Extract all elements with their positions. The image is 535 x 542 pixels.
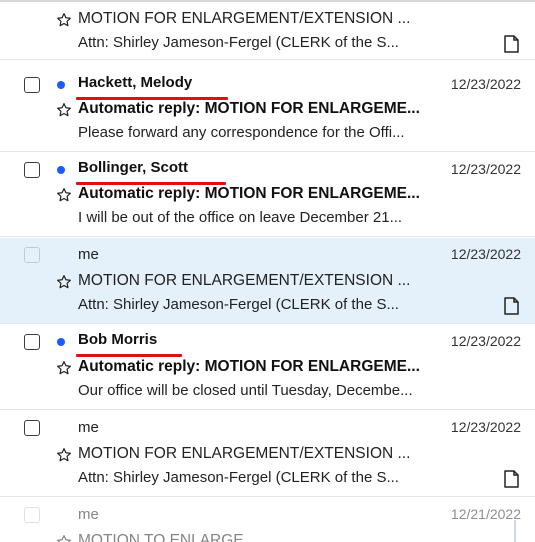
checkbox-icon[interactable]: [24, 334, 40, 350]
message-preview: I will be out of the office on leave Dec…: [78, 209, 403, 226]
message-subject: Automatic reply: MOTION FOR ENLARGEME...: [78, 185, 420, 202]
document-icon: [504, 470, 519, 488]
message-sender: Bob Morris: [78, 331, 158, 348]
message-date: 12/23/2022: [450, 333, 521, 349]
star-outline-icon[interactable]: [56, 187, 72, 203]
message-row[interactable]: me 12/23/2022 MOTION FOR ENLARGEMENT/EXT…: [0, 411, 535, 497]
message-subject: MOTION FOR ENLARGEMENT/EXTENSION ...: [78, 445, 411, 462]
message-row[interactable]: Bob Morris 12/23/2022 Automatic reply: M…: [0, 325, 535, 410]
document-icon: [504, 297, 519, 315]
document-icon: [504, 35, 519, 53]
checkbox-icon[interactable]: [24, 77, 40, 93]
message-subject: MOTION FOR ENLARGEMENT/EXTENSION ...: [78, 10, 411, 27]
message-sender: Bollinger, Scott: [78, 159, 189, 176]
message-date: 12/21/2022: [450, 506, 521, 522]
star-outline-icon[interactable]: [56, 102, 72, 118]
message-sender: Hackett, Melody: [78, 74, 193, 91]
checkbox-icon[interactable]: [24, 247, 40, 263]
star-outline-icon[interactable]: [56, 274, 72, 290]
checkbox-icon[interactable]: [24, 420, 40, 436]
message-date: 12/23/2022: [450, 161, 521, 177]
message-subject: MOTION TO ENLARGE: [78, 532, 244, 542]
star-outline-icon[interactable]: [56, 360, 72, 376]
unread-dot-icon: [57, 166, 65, 174]
message-row-selected[interactable]: me 12/23/2022 MOTION FOR ENLARGEMENT/EXT…: [0, 238, 535, 324]
message-preview: Please forward any correspondence for th…: [78, 124, 405, 141]
message-date: 12/23/2022: [450, 246, 521, 262]
message-preview: Our office will be closed until Tuesday,…: [78, 382, 413, 399]
unread-dot-icon: [57, 338, 65, 346]
checkbox-icon[interactable]: [24, 162, 40, 178]
message-preview: Attn: Shirley Jameson-Fergel (CLERK of t…: [78, 469, 399, 486]
message-preview: Attn: Shirley Jameson-Fergel (CLERK of t…: [78, 34, 399, 51]
message-list: MOTION FOR ENLARGEMENT/EXTENSION ... Att…: [0, 0, 535, 542]
message-sender: me: [78, 506, 99, 523]
unread-dot-icon: [57, 81, 65, 89]
message-sender: me: [78, 246, 99, 263]
message-preview: Attn: Shirley Jameson-Fergel (CLERK of t…: [78, 296, 399, 313]
message-date: 12/23/2022: [450, 76, 521, 92]
message-row[interactable]: MOTION FOR ENLARGEMENT/EXTENSION ... Att…: [0, 0, 535, 60]
checkbox-icon[interactable]: [24, 507, 40, 523]
scrollbar[interactable]: [514, 520, 516, 542]
annotation-underline: [76, 354, 182, 357]
message-sender: me: [78, 419, 99, 436]
message-subject: Automatic reply: MOTION FOR ENLARGEME...: [78, 100, 420, 117]
message-row[interactable]: Bollinger, Scott 12/23/2022 Automatic re…: [0, 153, 535, 237]
message-subject: MOTION FOR ENLARGEMENT/EXTENSION ...: [78, 272, 411, 289]
message-row[interactable]: me 12/21/2022 MOTION TO ENLARGE: [0, 498, 535, 542]
star-outline-icon[interactable]: [56, 534, 72, 542]
message-subject: Automatic reply: MOTION FOR ENLARGEME...: [78, 358, 420, 375]
star-outline-icon[interactable]: [56, 12, 72, 28]
star-outline-icon[interactable]: [56, 447, 72, 463]
message-date: 12/23/2022: [450, 419, 521, 435]
message-row[interactable]: Hackett, Melody 12/23/2022 Automatic rep…: [0, 68, 535, 152]
